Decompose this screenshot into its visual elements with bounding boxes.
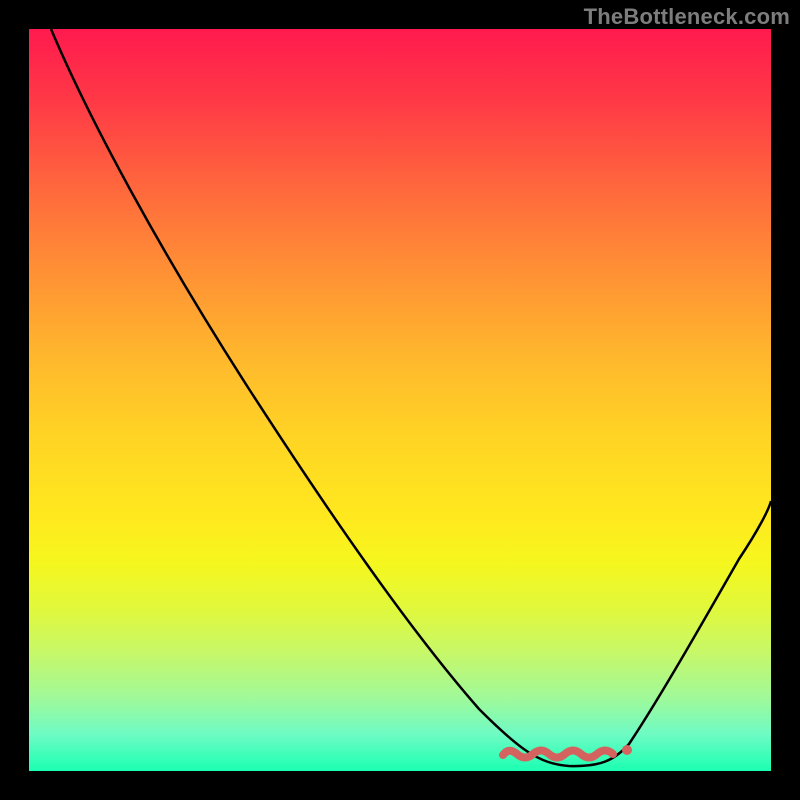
line-curve	[29, 29, 771, 771]
data-line	[51, 29, 771, 766]
bottom-squiggle	[499, 745, 639, 763]
plot-area	[29, 29, 771, 771]
squiggle-dot	[622, 745, 632, 755]
figure-root: TheBottleneck.com	[0, 0, 800, 800]
squiggle-path	[503, 751, 613, 758]
watermark-text: TheBottleneck.com	[584, 4, 790, 30]
